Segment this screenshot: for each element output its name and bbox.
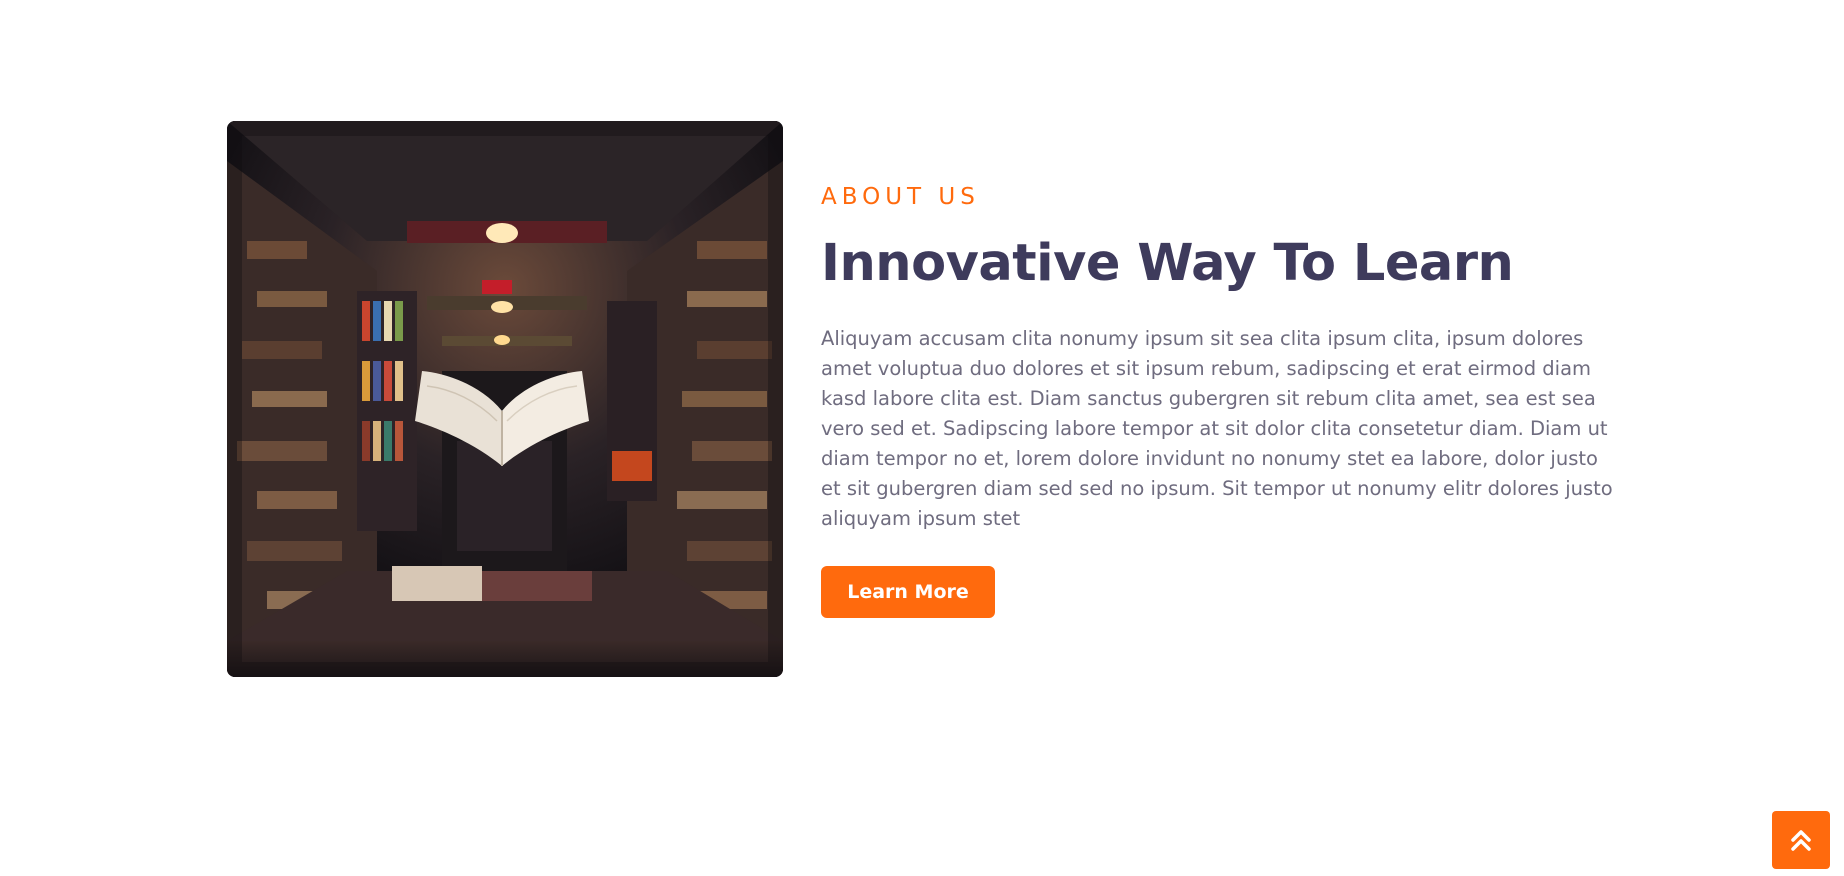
about-paragraph: Aliquyam accusam clita nonumy ipsum sit …: [821, 327, 1613, 530]
back-to-top-button[interactable]: [1772, 811, 1830, 869]
double-chevron-up-icon: [1791, 830, 1811, 851]
about-section: ABOUT US Innovative Way To Learn Aliquya…: [0, 0, 1844, 876]
about-content: ABOUT US Innovative Way To Learn Aliquya…: [821, 180, 1621, 618]
section-title: Innovative Way To Learn: [821, 234, 1514, 293]
learn-more-button[interactable]: Learn More: [821, 566, 995, 618]
section-eyebrow: ABOUT US: [821, 184, 980, 210]
library-photo: [227, 121, 783, 677]
